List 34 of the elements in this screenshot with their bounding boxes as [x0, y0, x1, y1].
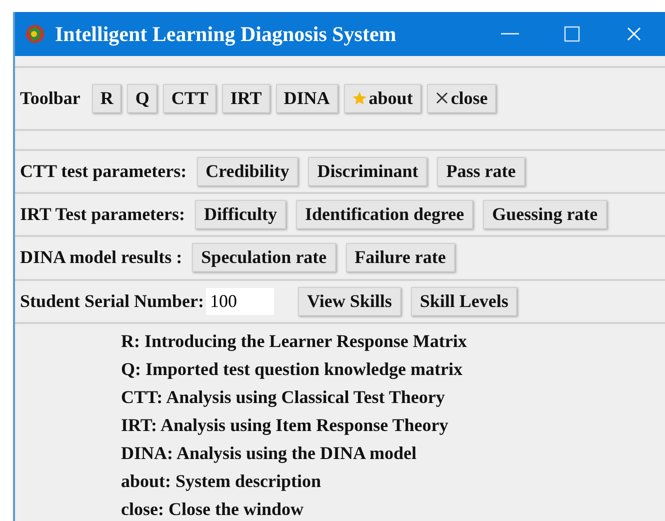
- skill-button[interactable]: Skill Levels: [410, 286, 518, 316]
- app-logo-icon: [25, 24, 45, 44]
- toolbar-button[interactable]: IRT: [222, 84, 270, 113]
- parameter-button[interactable]: Difficulty: [195, 200, 286, 230]
- help-line: close: Close the window: [121, 498, 304, 521]
- help-line: R: Introducing the Learner Response Matrix: [121, 330, 468, 353]
- parameter-button[interactable]: Credibility: [196, 156, 298, 186]
- star-icon: [352, 90, 367, 106]
- help-line: IRT: Analysis using Item Response Theory: [121, 414, 450, 437]
- close-icon: [434, 91, 449, 106]
- row-label: CTT test parameters:: [20, 160, 187, 182]
- parameter-button[interactable]: Speculation rate: [192, 243, 336, 272]
- row-label: IRT Test parameters:: [20, 204, 186, 226]
- parameter-button[interactable]: Identification degree: [296, 200, 474, 230]
- toolbar-button[interactable]: Q: [127, 84, 158, 113]
- toolbar-button[interactable]: about: [344, 84, 421, 113]
- parameter-button[interactable]: Discriminant: [308, 156, 428, 186]
- help-line: DINA: Analysis using the DINA model: [121, 442, 418, 465]
- parameter-button[interactable]: Failure rate: [346, 243, 455, 272]
- parameter-button[interactable]: Pass rate: [437, 156, 525, 186]
- toolbar-button[interactable]: close: [426, 84, 496, 113]
- toolbar-button[interactable]: DINA: [276, 84, 338, 113]
- window-title: Intelligent Learning Diagnosis System: [55, 22, 398, 46]
- student-number-field[interactable]: 100: [206, 288, 274, 315]
- help-line: about: System description: [121, 470, 322, 493]
- student-number-label: Student Serial Number:: [20, 290, 204, 312]
- toolbar-button[interactable]: R: [92, 84, 122, 113]
- skill-button[interactable]: View Skills: [298, 286, 401, 316]
- help-line: Q: Imported test question knowledge matrix: [121, 358, 464, 381]
- row-label: DINA model results :: [20, 247, 182, 268]
- parameter-button[interactable]: Guessing rate: [483, 200, 607, 230]
- help-line: CTT: Analysis using Classical Test Theory: [121, 386, 446, 409]
- toolbar-button[interactable]: CTT: [163, 84, 216, 113]
- toolbar-label: Toolbar: [20, 88, 80, 109]
